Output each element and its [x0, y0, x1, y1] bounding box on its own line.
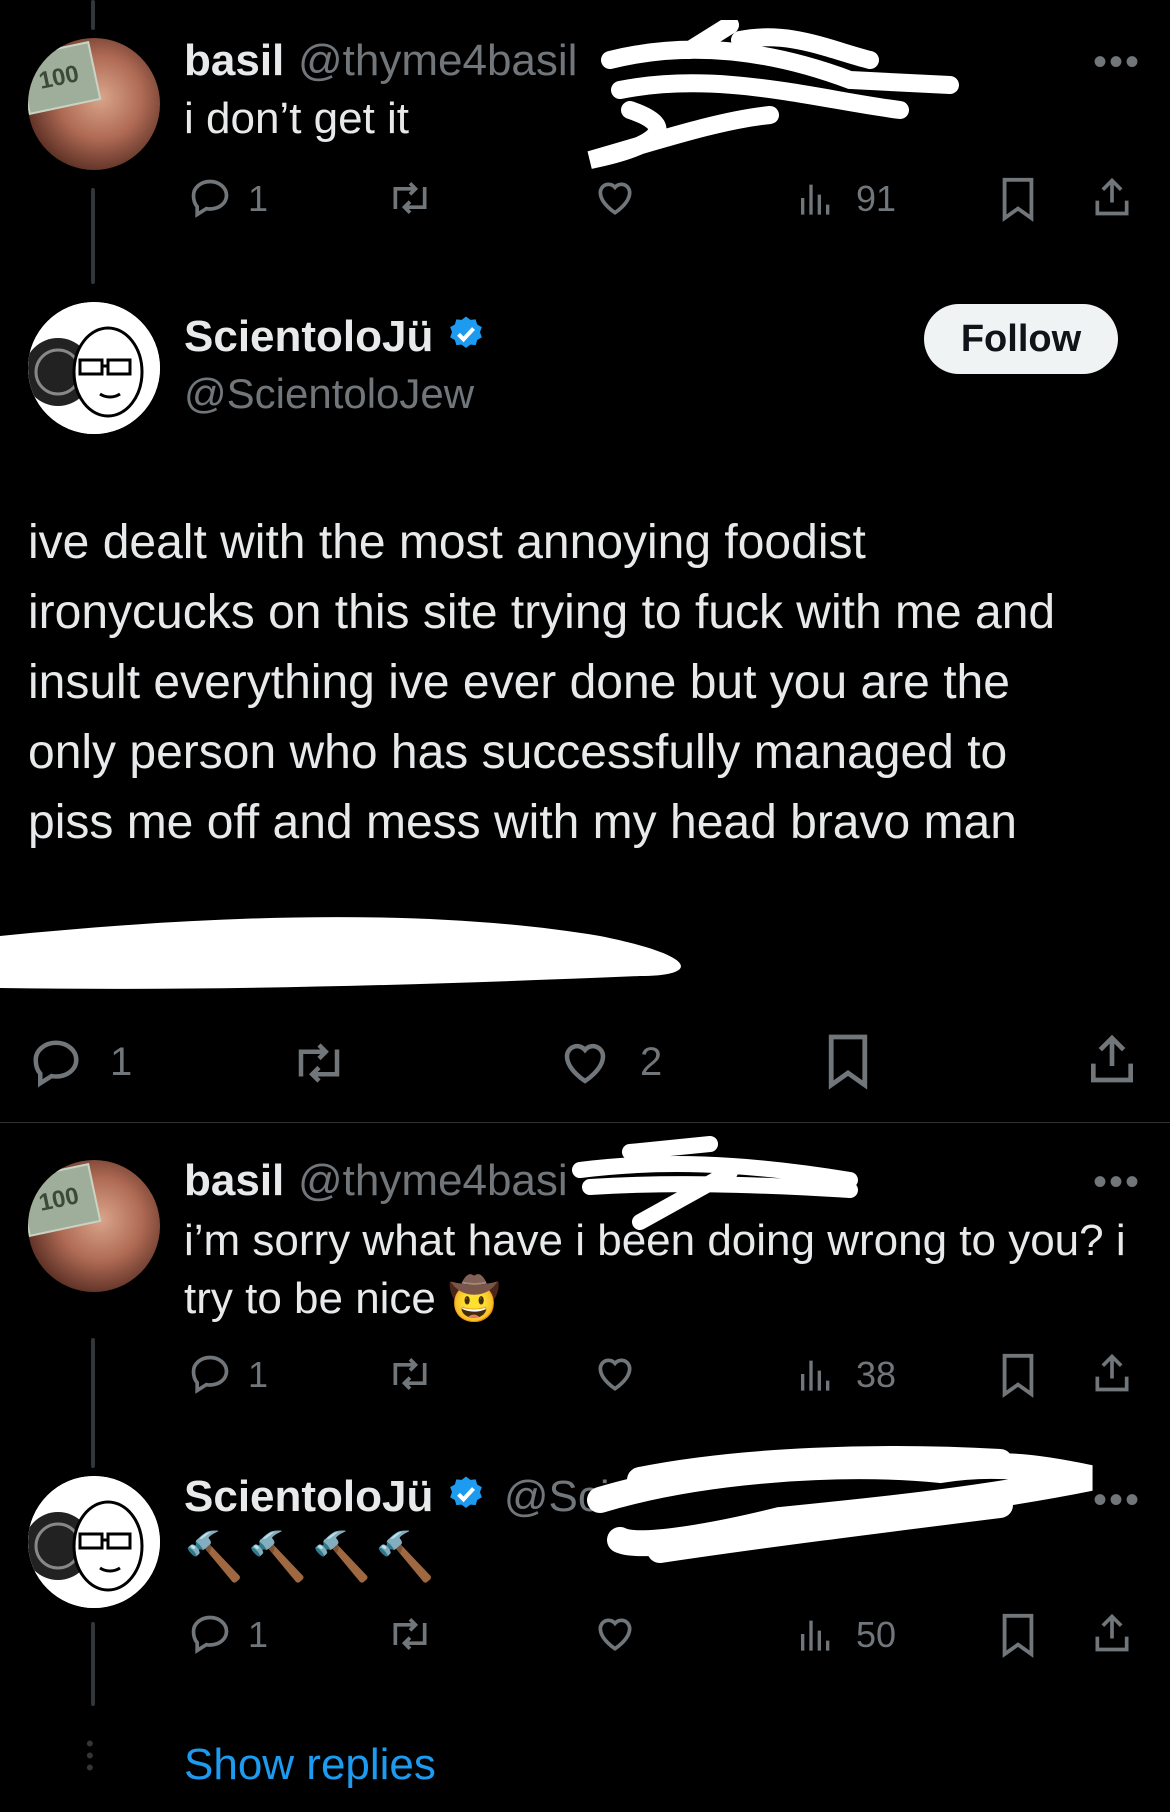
tweet-text: 🔨🔨🔨🔨: [184, 1531, 440, 1584]
bookmark-icon[interactable]: [998, 176, 1038, 222]
author-handle[interactable]: @ScientoloJew: [184, 370, 474, 418]
bookmark-icon[interactable]: [998, 1612, 1038, 1658]
share-icon[interactable]: [1090, 174, 1134, 220]
bookmark-icon[interactable]: [824, 1032, 872, 1090]
cowboy-emoji: 🤠: [448, 1275, 501, 1322]
author-name-text[interactable]: ScientoloJü: [184, 1472, 433, 1521]
thread-line-top: [91, 0, 95, 30]
banknote-icon: 100: [28, 40, 102, 116]
tweet-line: only person who has successfully managed…: [28, 726, 1008, 779]
reply-icon[interactable]: [188, 176, 232, 220]
retweet-icon[interactable]: [386, 1352, 434, 1396]
author-handle[interactable]: @thyme4basil: [298, 36, 577, 86]
tweet-text: i don’t get it: [184, 94, 410, 143]
redaction-scribble: [587, 1446, 1093, 1563]
views-count: 38: [856, 1354, 897, 1395]
thread-line-4: [91, 1622, 95, 1706]
author-name-text[interactable]: ScientoloJü: [184, 312, 433, 361]
author-name[interactable]: ScientoloJü: [184, 312, 486, 365]
tweet-line: try to be nice 🤠: [184, 1270, 1126, 1328]
views-count: 50: [856, 1614, 897, 1655]
author-handle[interactable]: @thyme4basi: [298, 1156, 568, 1206]
reply-icon[interactable]: [28, 1036, 84, 1090]
reply-count: 1: [110, 1040, 133, 1084]
author-name[interactable]: basil: [184, 36, 284, 86]
redaction-scribble: [587, 20, 959, 169]
wojak-avatar-icon: [28, 302, 160, 434]
avatar[interactable]: [28, 1476, 160, 1608]
tweet-body: ive dealt with the most annoying foodist…: [28, 508, 1055, 858]
retweet-icon[interactable]: [386, 1612, 434, 1656]
thread-line-1: [91, 188, 95, 284]
like-count: 2: [640, 1040, 663, 1084]
share-icon[interactable]: [1084, 1030, 1140, 1088]
avatar[interactable]: 100: [28, 1160, 160, 1292]
like-icon[interactable]: [556, 1036, 614, 1090]
views-icon[interactable]: [796, 1614, 836, 1654]
banknote-icon: 100: [28, 1162, 102, 1238]
more-icon[interactable]: •••: [1093, 40, 1141, 85]
author-name[interactable]: ScientoloJü @Sci: [184, 1472, 610, 1525]
redaction-scribble: [0, 917, 681, 989]
reply-icon[interactable]: [188, 1352, 232, 1396]
like-icon[interactable]: [592, 1612, 638, 1656]
views-count: 91: [856, 178, 897, 219]
tweet-line: insult everything ive ever done but you …: [28, 656, 1010, 709]
wojak-avatar-icon: [28, 1476, 160, 1608]
author-name[interactable]: basil: [184, 1156, 284, 1206]
tweet-line: piss me off and mess with my head bravo …: [28, 796, 1017, 849]
thread-line-3: [91, 1338, 95, 1468]
verified-badge-icon: [446, 1474, 486, 1525]
tweet-line: ive dealt with the most annoying foodist: [28, 516, 866, 569]
reply-count: 1: [248, 1354, 269, 1395]
like-icon[interactable]: [592, 176, 638, 220]
show-replies-link[interactable]: Show replies: [184, 1740, 436, 1790]
tweet-line-text: try to be nice: [184, 1274, 436, 1323]
tweet-line: ironycucks on this site trying to fuck w…: [28, 586, 1056, 639]
views-icon[interactable]: [796, 178, 836, 218]
reply-icon[interactable]: [188, 1612, 232, 1656]
bookmark-icon[interactable]: [998, 1352, 1038, 1398]
follow-button[interactable]: Follow: [924, 304, 1118, 374]
avatar[interactable]: [28, 302, 160, 434]
retweet-icon[interactable]: [288, 1036, 350, 1090]
more-icon[interactable]: •••: [1093, 1478, 1141, 1523]
retweet-icon[interactable]: [386, 176, 434, 220]
reply-count: 1: [248, 1614, 269, 1655]
divider: [0, 1122, 1170, 1123]
avatar[interactable]: 100: [28, 38, 160, 170]
views-icon[interactable]: [796, 1354, 836, 1394]
share-icon[interactable]: [1090, 1350, 1134, 1396]
verified-badge-icon: [446, 314, 486, 365]
redaction-scribble: [572, 1136, 858, 1230]
share-icon[interactable]: [1090, 1610, 1134, 1656]
thread-dots-icon: • • •: [86, 1731, 94, 1780]
like-icon[interactable]: [592, 1352, 638, 1396]
more-icon[interactable]: •••: [1093, 1160, 1141, 1205]
reply-count: 1: [248, 178, 269, 219]
